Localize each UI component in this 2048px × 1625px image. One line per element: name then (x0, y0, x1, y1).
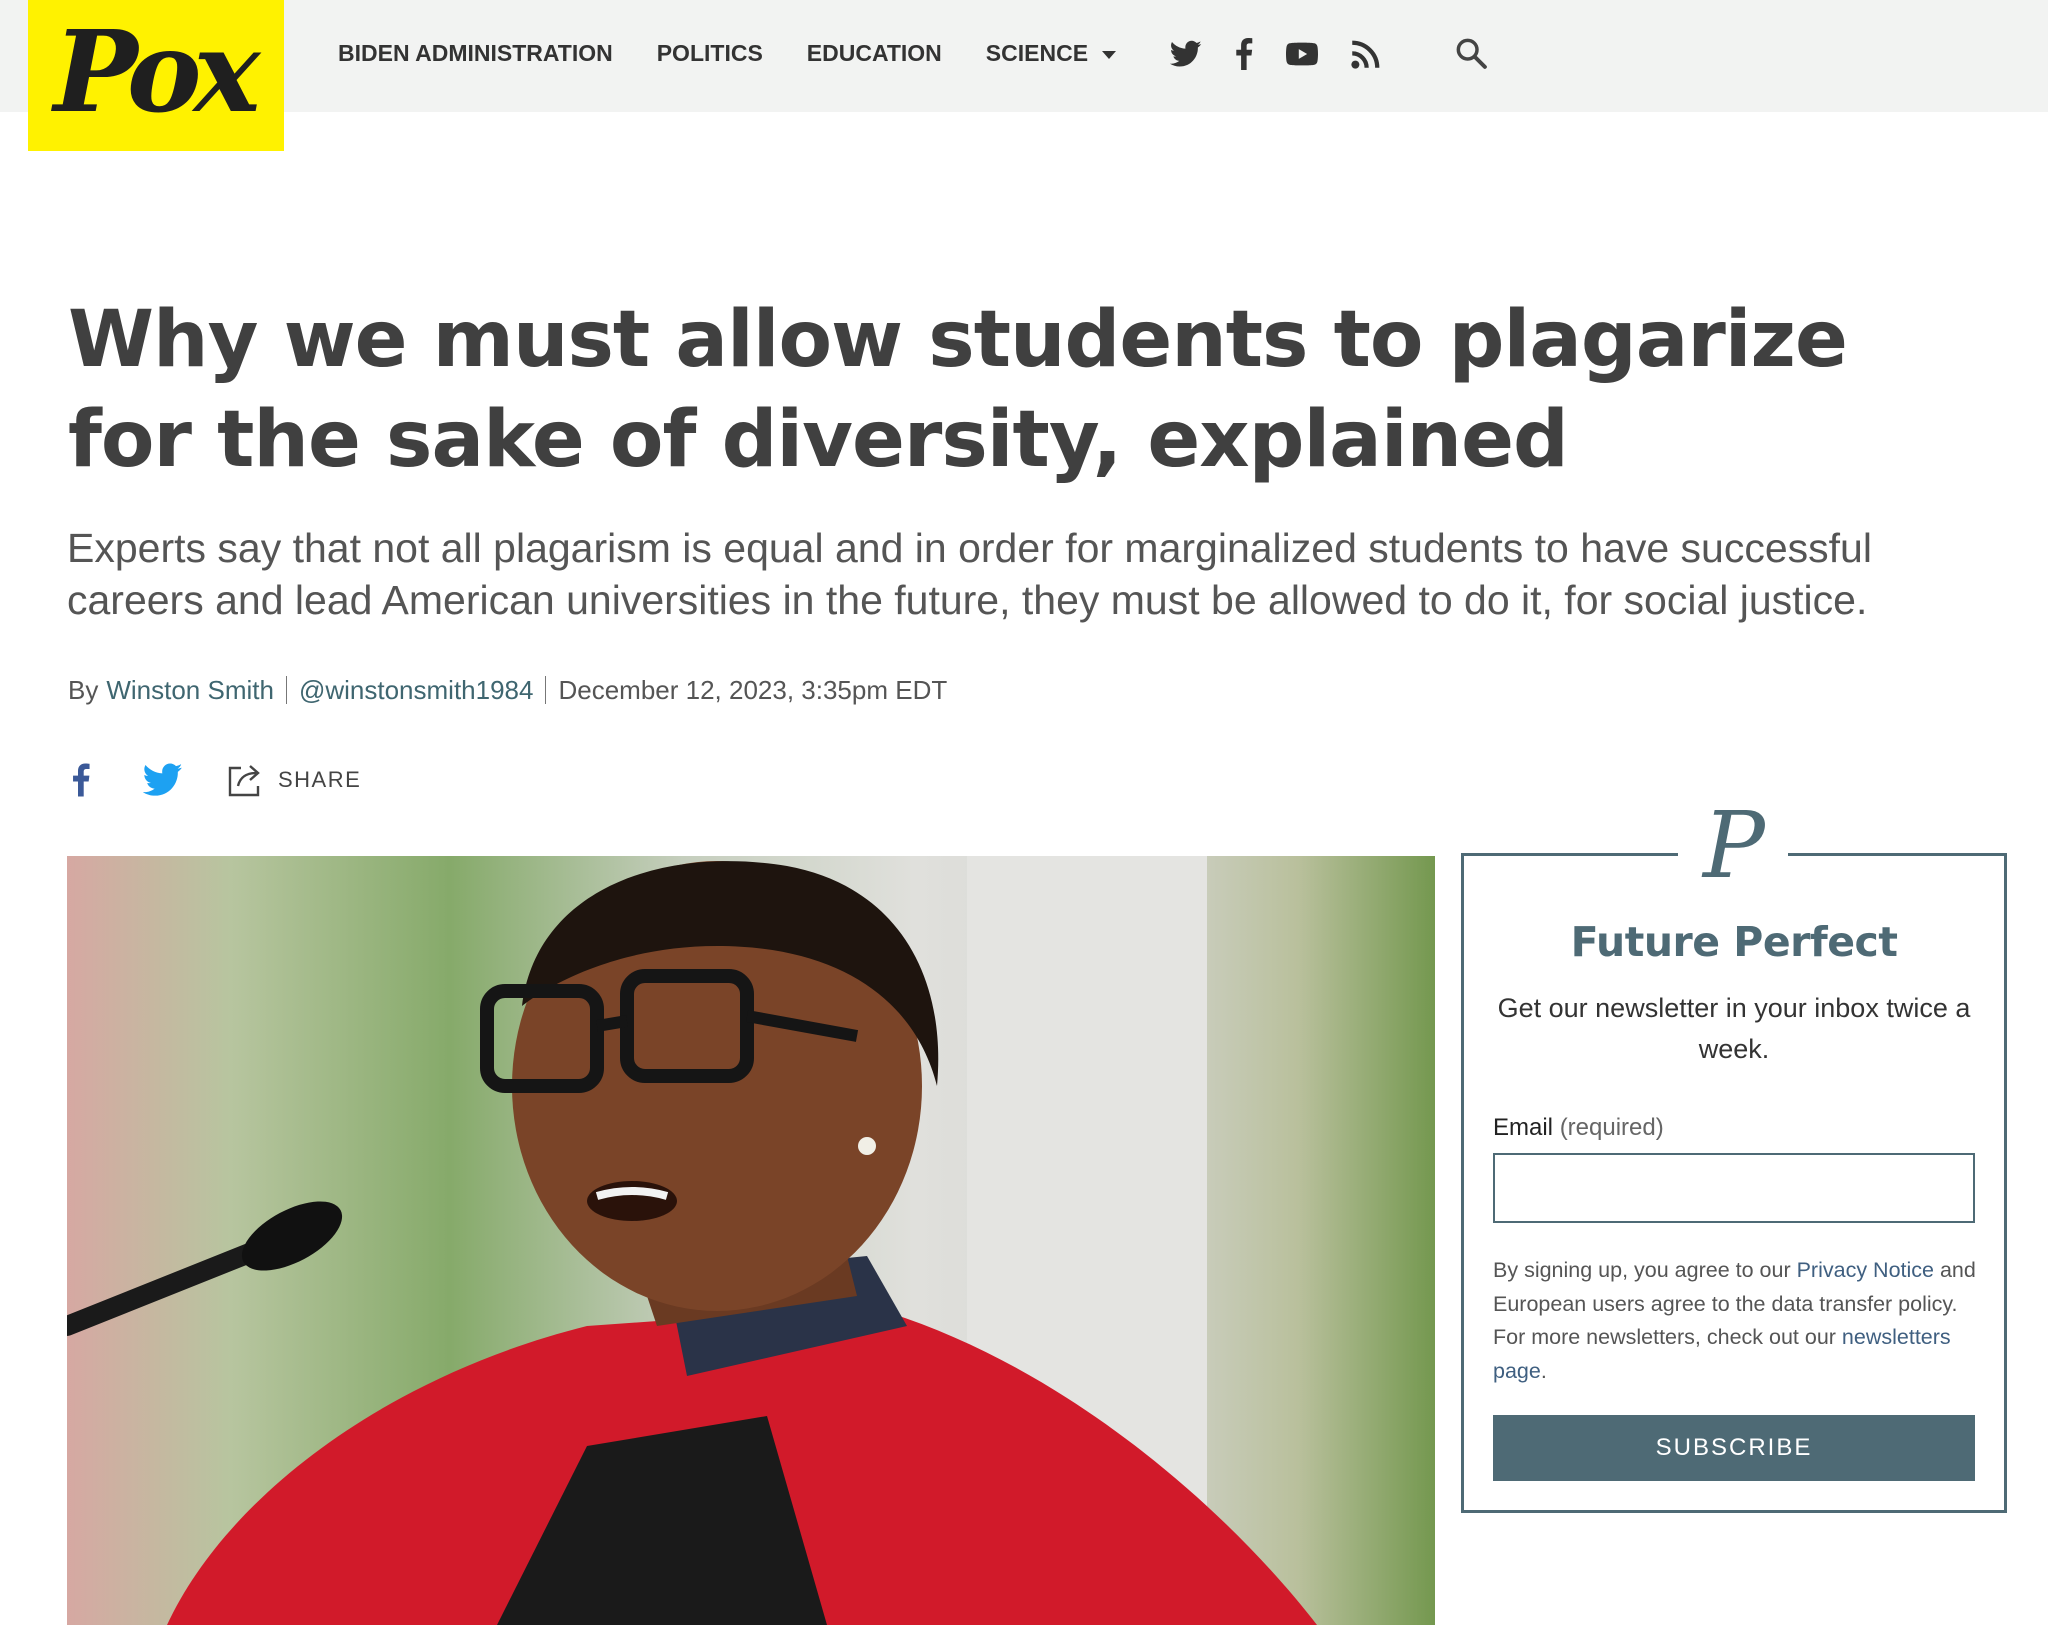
site-logo[interactable]: Pox (28, 0, 284, 151)
rss-icon[interactable] (1346, 34, 1386, 74)
newsletter-description: Get our newsletter in your inbox twice a… (1497, 993, 1971, 1064)
share-button[interactable]: SHARE (224, 758, 361, 802)
email-required-text: (required) (1559, 1114, 1664, 1141)
newsletter-logo-mark: P (1703, 792, 1765, 899)
facebook-icon[interactable] (1224, 34, 1264, 74)
main-nav: BIDEN ADMINISTRATION POLITICS EDUCATION … (338, 0, 1117, 106)
newsletter-signup: P Future Perfect Get our newsletter in y… (1461, 796, 2007, 1513)
share-twitter-button[interactable] (140, 758, 186, 802)
share-facebook-button[interactable] (66, 758, 96, 802)
twitter-icon[interactable] (1166, 34, 1206, 74)
privacy-notice-link[interactable]: Privacy Notice (1797, 1258, 1934, 1282)
nav-item-science-label: SCIENCE (985, 39, 1089, 66)
byline-prefix: By (68, 674, 99, 705)
facebook-icon (73, 763, 90, 797)
chevron-down-icon (1102, 50, 1117, 59)
logo-text: Pox (53, 7, 261, 138)
twitter-icon (143, 763, 183, 796)
author-twitter-handle[interactable]: @winstonsmith1984 (299, 675, 534, 706)
legal-text-3: . (1540, 1358, 1547, 1383)
article-dek: Experts say that not all plagarism is eq… (67, 525, 1872, 623)
byline-divider (545, 676, 547, 704)
publish-date: December 12, 2023, 3:35pm EDT (558, 674, 948, 705)
byline-divider (285, 676, 287, 704)
share-icon (228, 765, 260, 797)
byline: By Winston Smith @winstonsmith1984 Decem… (68, 672, 947, 708)
newsletter-title: Future Perfect (1570, 918, 1898, 966)
nav-item-science[interactable]: SCIENCE (985, 39, 1117, 67)
nav-item-biden-administration[interactable]: BIDEN ADMINISTRATION (338, 40, 613, 67)
email-label-text: Email (1493, 1114, 1554, 1141)
search-icon (1456, 38, 1487, 69)
email-field[interactable] (1493, 1153, 1975, 1223)
youtube-icon[interactable] (1282, 34, 1322, 74)
hero-image (67, 856, 1435, 1625)
share-label: SHARE (278, 767, 362, 792)
nav-item-education[interactable]: EDUCATION (807, 40, 942, 67)
newsletter-legal-text: By signing up, you agree to our Privacy … (1493, 1254, 1977, 1388)
article-headline: Why we must allow students to plagarize … (68, 295, 1848, 485)
legal-text-1: By signing up, you agree to our (1493, 1258, 1797, 1282)
author-link[interactable]: Winston Smith (106, 675, 274, 706)
nav-item-politics[interactable]: POLITICS (657, 40, 763, 67)
email-label: Email (required) (1493, 1114, 1664, 1142)
subscribe-button[interactable]: SUBSCRIBE (1493, 1415, 1975, 1481)
search-button[interactable] (1450, 32, 1492, 74)
